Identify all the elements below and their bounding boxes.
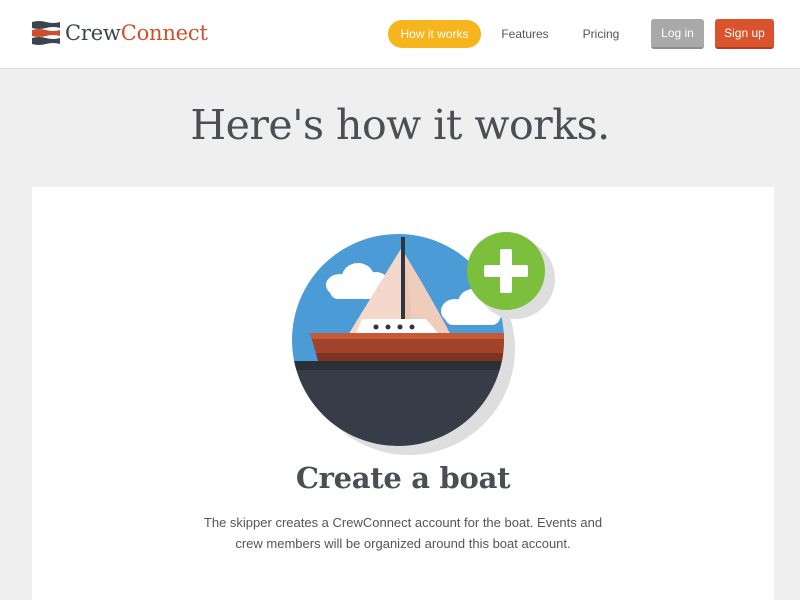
step-description: The skipper creates a CrewConnect accoun… <box>203 515 603 551</box>
nav-pricing[interactable]: Pricing <box>573 20 629 48</box>
top-navigation-bar: CrewConnect How it works Features Pricin… <box>0 0 800 69</box>
step-card: Create a boat The skipper creates a Crew… <box>32 187 774 600</box>
logo-text-connect: Connect <box>120 21 208 45</box>
logo-mark-icon <box>32 21 60 45</box>
nav-features[interactable]: Features <box>495 20 555 48</box>
logo-text: CrewConnect <box>65 21 208 45</box>
sailboat-illustration <box>292 232 555 455</box>
signup-button[interactable]: Sign up <box>715 19 774 49</box>
logo-text-crew: Crew <box>65 21 121 45</box>
page-title: Here's how it works. <box>190 101 610 149</box>
login-button[interactable]: Log in <box>651 19 704 49</box>
nav-how-it-works[interactable]: How it works <box>388 20 481 48</box>
step-title: Create a boat <box>295 461 511 495</box>
logo[interactable]: CrewConnect <box>32 20 208 46</box>
